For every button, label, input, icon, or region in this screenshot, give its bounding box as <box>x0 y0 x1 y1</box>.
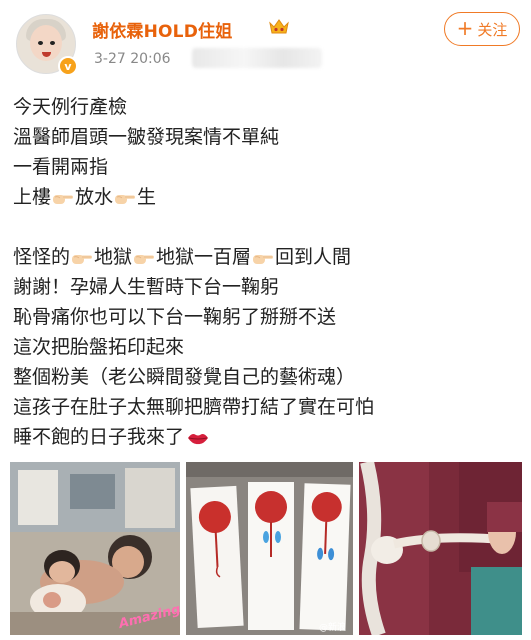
text-line: 整個粉美（老公瞬間發覺自己的藝術魂） <box>13 366 356 388</box>
text-segment: 回到人間 <box>275 246 352 268</box>
text-line: 這孩子在肚子太無聊把臍帶打結了實在可怕 <box>13 396 375 418</box>
text-segment: 睡不飽的日子我來了 <box>13 426 185 448</box>
text-segment: 放水 <box>75 186 114 208</box>
pointing-hand-icon <box>71 254 93 264</box>
post-header: v 謝依霖HOLD住姐 3-27 20:06 + 关注 <box>0 0 531 80</box>
plus-icon: + <box>456 16 474 40</box>
photo-hospital-room[interactable]: Amazing <box>10 462 180 635</box>
text-line: 睡不飽的日子我來了 <box>13 422 518 452</box>
pointing-hand-icon <box>52 194 74 204</box>
pointing-hand-icon <box>133 254 155 264</box>
text-segment: 生 <box>137 186 157 208</box>
verified-badge-icon: v <box>58 56 78 76</box>
text-segment: 地獄 <box>94 246 133 268</box>
follow-button[interactable]: + 关注 <box>444 12 520 46</box>
photo-umbilical-cord[interactable] <box>359 462 522 635</box>
post-text: 今天例行產檢 溫醫師眉頭一皺發現案情不單純 一看開兩指 上樓 放水 生 怪怪的 地獄 地… <box>13 92 518 452</box>
blurred-source <box>192 48 322 68</box>
text-line: 一看開兩指 <box>13 156 109 178</box>
follow-label: 关注 <box>477 20 508 39</box>
post-timestamp: 3-27 20:06 <box>94 51 171 67</box>
photo-placenta-prints[interactable]: @新浪 <box>186 462 353 635</box>
username[interactable]: 謝依霖HOLD住姐 <box>92 17 232 42</box>
text-segment: 怪怪的 <box>13 246 71 268</box>
text-segment: 地獄一百層 <box>156 246 252 268</box>
kiss-lips-icon <box>188 433 209 444</box>
image-grid: Amazing @新浪 <box>10 462 522 635</box>
pointing-hand-icon <box>252 254 274 264</box>
text-line: 上樓 放水 生 <box>13 182 518 212</box>
text-line: 謝謝！孕婦人生暫時下台一鞠躬 <box>13 276 280 298</box>
text-line: 今天例行產檢 <box>13 96 128 118</box>
text-line: 這次把胎盤拓印起來 <box>13 336 185 358</box>
text-line: 溫醫師眉頭一皺發現案情不單純 <box>13 126 280 148</box>
text-segment: 上樓 <box>13 186 52 208</box>
text-line: 怪怪的 地獄 地獄一百層 回到人間 <box>13 242 518 272</box>
text-line: 恥骨痛你也可以下台一鞠躬了掰掰不送 <box>13 306 337 328</box>
vip-crown-icon <box>269 19 289 34</box>
pointing-hand-icon <box>114 194 136 204</box>
photo-watermark: @新浪 <box>319 621 346 633</box>
